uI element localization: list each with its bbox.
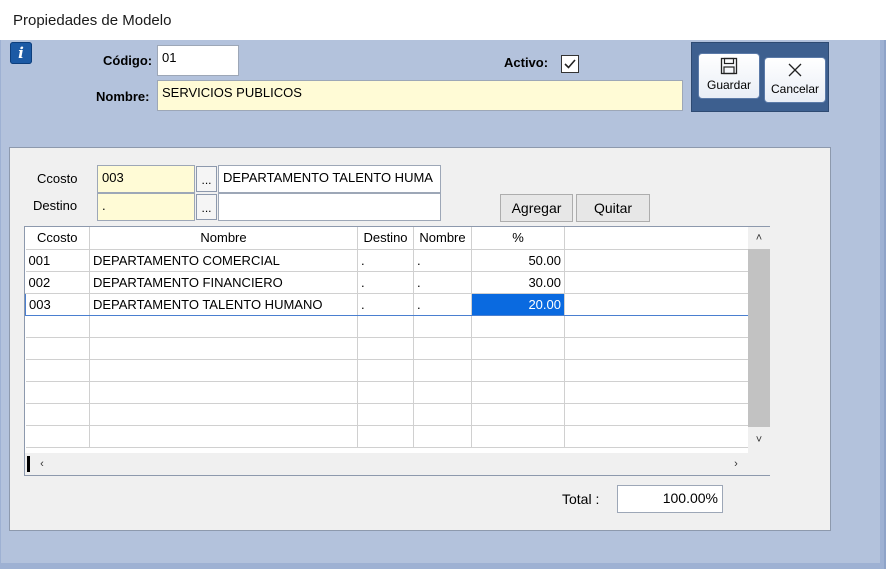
column-header-ccosto[interactable]: Ccosto bbox=[25, 227, 90, 250]
cancel-button[interactable]: Cancelar bbox=[764, 57, 826, 103]
cell-destino[interactable]: . bbox=[357, 249, 414, 272]
codigo-label: Código: bbox=[103, 53, 153, 68]
save-button-label: Guardar bbox=[706, 78, 752, 92]
destino-browse-button[interactable]: ... bbox=[196, 194, 217, 220]
column-header-nombre[interactable]: Nombre bbox=[89, 227, 358, 250]
column-header-filler bbox=[564, 227, 749, 250]
scrollbar-corner bbox=[748, 453, 770, 475]
cell-destino-nombre[interactable]: . bbox=[413, 271, 472, 294]
title-bar: Propiedades de Modelo bbox=[0, 0, 886, 40]
empty-row bbox=[25, 315, 749, 338]
chevron-up-icon[interactable]: ˄ bbox=[748, 227, 770, 249]
cancel-button-label: Cancelar bbox=[770, 82, 820, 96]
empty-row bbox=[25, 425, 749, 448]
cell-ccosto[interactable]: 003 bbox=[25, 292, 90, 316]
destino-code-field[interactable]: . bbox=[97, 193, 195, 221]
cell-ccosto[interactable]: 001 bbox=[25, 249, 90, 272]
empty-row bbox=[25, 337, 749, 360]
floppy-disk-icon bbox=[699, 54, 759, 78]
cell-ccosto[interactable]: 002 bbox=[25, 271, 90, 294]
table-row[interactable]: 001 DEPARTAMENTO COMERCIAL . . 50.00 bbox=[25, 249, 749, 272]
ccosto-label: Ccosto bbox=[37, 171, 78, 186]
close-icon bbox=[765, 58, 825, 82]
codigo-field[interactable]: 01 bbox=[157, 45, 239, 76]
column-header-destino[interactable]: Destino bbox=[357, 227, 414, 250]
cell-nombre[interactable]: DEPARTAMENTO TALENTO HUMANO bbox=[89, 292, 358, 316]
table-row[interactable]: 002 DEPARTAMENTO FINANCIERO . . 30.00 bbox=[25, 271, 749, 294]
empty-row bbox=[25, 381, 749, 404]
activo-label: Activo: bbox=[504, 55, 549, 70]
cell-percent[interactable]: 30.00 bbox=[471, 271, 565, 294]
window-title: Propiedades de Modelo bbox=[13, 12, 172, 29]
empty-row bbox=[25, 403, 749, 426]
cell-destino-nombre[interactable]: . bbox=[413, 249, 472, 272]
chevron-left-icon[interactable]: ‹ bbox=[31, 453, 53, 475]
ccosto-browse-button[interactable]: ... bbox=[196, 166, 217, 192]
vertical-scrollbar[interactable]: ˄ ˅ bbox=[748, 227, 770, 453]
cell-destino[interactable]: . bbox=[357, 271, 414, 294]
cell-destino-nombre[interactable]: . bbox=[413, 292, 472, 316]
cell-filler bbox=[564, 249, 749, 272]
ccosto-code-field[interactable]: 003 bbox=[97, 165, 195, 193]
add-button[interactable]: Agregar bbox=[500, 194, 573, 222]
nombre-label: Nombre: bbox=[96, 89, 150, 104]
save-button[interactable]: Guardar bbox=[698, 53, 760, 99]
empty-row bbox=[25, 359, 749, 382]
distribution-grid[interactable]: Ccosto Nombre Destino Nombre % 001 DEPAR… bbox=[24, 226, 770, 476]
table-row-selected[interactable]: 003 DEPARTAMENTO TALENTO HUMANO . . 20.0… bbox=[25, 292, 749, 316]
cell-nombre[interactable]: DEPARTAMENTO FINANCIERO bbox=[89, 271, 358, 294]
cell-destino[interactable]: . bbox=[357, 292, 414, 316]
cell-filler bbox=[564, 271, 749, 294]
total-field: 100.00% bbox=[617, 485, 723, 513]
cell-percent-active[interactable]: 20.00 bbox=[471, 292, 565, 316]
cell-nombre[interactable]: DEPARTAMENTO COMERCIAL bbox=[89, 249, 358, 272]
check-icon bbox=[564, 59, 576, 69]
total-label: Total : bbox=[562, 491, 600, 507]
destino-description-field[interactable] bbox=[218, 193, 441, 221]
action-panel: Guardar Cancelar bbox=[691, 42, 829, 112]
destino-label: Destino bbox=[33, 198, 78, 213]
chevron-right-icon[interactable]: › bbox=[725, 453, 747, 475]
scrollbar-thumb[interactable] bbox=[748, 249, 770, 427]
scroll-position-marker bbox=[27, 456, 30, 472]
info-icon[interactable]: i bbox=[10, 42, 32, 64]
cell-filler bbox=[564, 292, 749, 316]
ccosto-description-field[interactable]: DEPARTAMENTO TALENTO HUMA bbox=[218, 165, 441, 193]
column-header-percent[interactable]: % bbox=[471, 227, 565, 250]
nombre-field[interactable]: SERVICIOS PUBLICOS bbox=[157, 80, 683, 111]
chevron-down-icon[interactable]: ˅ bbox=[748, 429, 770, 451]
cell-percent[interactable]: 50.00 bbox=[471, 249, 565, 272]
remove-button[interactable]: Quitar bbox=[576, 194, 650, 222]
column-header-destino-nombre[interactable]: Nombre bbox=[413, 227, 472, 250]
horizontal-scrollbar[interactable]: ‹ › bbox=[25, 453, 748, 475]
grid-table: Ccosto Nombre Destino Nombre % 001 DEPAR… bbox=[25, 227, 749, 448]
activo-checkbox[interactable] bbox=[561, 55, 579, 73]
